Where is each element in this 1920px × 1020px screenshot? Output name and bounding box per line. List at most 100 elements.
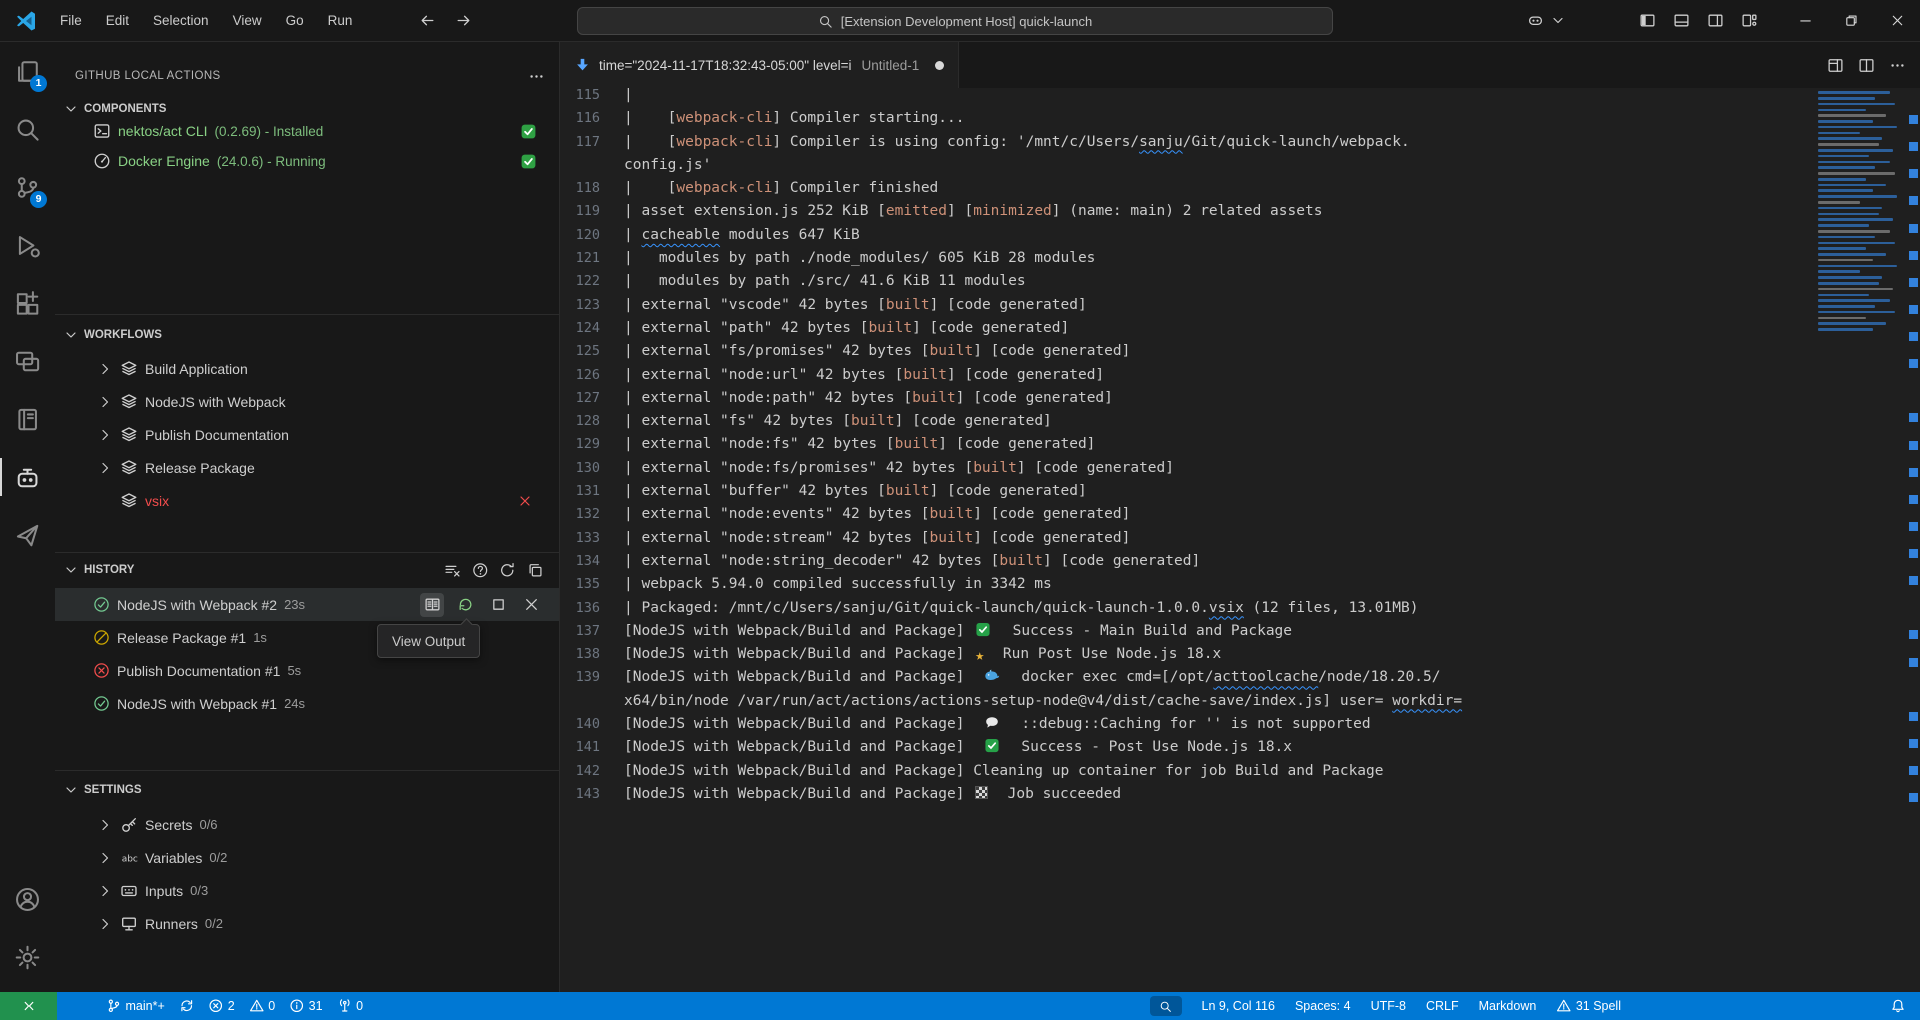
code-area[interactable]: 115|116| [webpack-cli] Compiler starting…	[560, 88, 1920, 992]
status-sync[interactable]	[172, 992, 202, 1020]
workflow-item[interactable]: vsix	[55, 484, 559, 517]
activitybar-accounts[interactable]	[0, 870, 55, 928]
activitybar-extensions[interactable]	[0, 274, 55, 332]
activitybar-source-control[interactable]: 9	[0, 158, 55, 216]
action-clear-all-icon[interactable]	[444, 562, 461, 579]
activitybar-remote-explorer[interactable]	[0, 332, 55, 390]
settings-item-inputs[interactable]: Inputs0/3	[55, 874, 559, 907]
activitybar-search[interactable]	[0, 100, 55, 158]
status-crlf[interactable]: CRLF	[1419, 992, 1466, 1020]
layout-sidebar-right-icon[interactable]	[1700, 6, 1730, 36]
workflow-item[interactable]: Release Package	[55, 451, 559, 484]
chevron-down-icon[interactable]	[1550, 6, 1566, 36]
menu-go[interactable]: Go	[276, 9, 314, 32]
activitybar-run-and-debug[interactable]	[0, 216, 55, 274]
action-restart-icon[interactable]	[453, 593, 477, 617]
action-copy-icon[interactable]	[527, 562, 544, 579]
remote-indicator[interactable]	[0, 992, 57, 1020]
history-row-actions	[420, 593, 543, 617]
action-view-output-icon[interactable]	[420, 593, 444, 617]
notifications-bell-icon[interactable]	[1882, 992, 1914, 1020]
minimap[interactable]	[1814, 88, 1906, 992]
line-number: 122	[560, 270, 600, 293]
status-infos[interactable]: 31	[282, 992, 329, 1020]
menu-more-icon[interactable]	[366, 17, 386, 25]
back-arrow-icon[interactable]	[412, 6, 442, 36]
menu-edit[interactable]: Edit	[96, 9, 139, 32]
editor-action-more-icon[interactable]	[1889, 57, 1906, 74]
minimap-line	[1818, 195, 1897, 198]
section-header-workflows[interactable]: WORKFLOWS	[55, 320, 559, 350]
code-line: 136| Packaged: /mnt/c/Users/sanju/Git/qu…	[560, 597, 1810, 620]
settings-item-runners[interactable]: Runners0/2	[55, 907, 559, 940]
action-help-icon[interactable]	[472, 562, 489, 579]
activitybar-docs[interactable]	[0, 390, 55, 448]
workflow-item[interactable]: NodeJS with Webpack	[55, 385, 559, 418]
status-31-spell[interactable]: 31 Spell	[1549, 992, 1628, 1020]
editor-action-split-editor-icon[interactable]	[1858, 57, 1875, 74]
action-refresh-icon[interactable]	[499, 562, 516, 579]
more-actions-icon[interactable]	[528, 68, 545, 85]
settings-item-secrets[interactable]: Secrets0/6	[55, 808, 559, 841]
remove-icon[interactable]	[517, 493, 533, 509]
status-git-branch[interactable]: main*+	[99, 992, 172, 1020]
status-spaces-4[interactable]: Spaces: 4	[1288, 992, 1358, 1020]
workflow-item[interactable]: Build Application	[55, 352, 559, 385]
modified-dot-icon[interactable]	[935, 61, 944, 70]
sidebar-title-row: GITHUB LOCAL ACTIONS	[55, 60, 559, 92]
status-errors[interactable]: 2	[201, 992, 241, 1020]
history-item[interactable]: NodeJS with Webpack #223s	[55, 588, 559, 621]
code-text: [NodeJS with Webpack/Build and Package] …	[600, 620, 1292, 643]
editor-action-editor-layout-icon[interactable]	[1827, 57, 1844, 74]
close-button[interactable]	[1874, 0, 1920, 41]
line-number: 123	[560, 294, 600, 317]
menu-selection[interactable]: Selection	[143, 9, 219, 32]
status-markdown[interactable]: Markdown	[1472, 992, 1544, 1020]
speech-bubble-icon	[984, 715, 1002, 730]
minimap-line	[1818, 311, 1895, 314]
maximize-button[interactable]	[1828, 0, 1874, 41]
code-segment: ] Compiler is using config: '/mnt/c/User…	[772, 134, 1139, 150]
layout-grid-icon[interactable]	[1734, 6, 1764, 36]
copilot-icon[interactable]	[1520, 6, 1550, 36]
code-segment: [NodeJS with Webpack/Build and Package]	[624, 623, 973, 639]
status-zoom-indicator[interactable]	[1143, 992, 1189, 1020]
section-header-settings[interactable]: SETTINGS	[55, 775, 559, 805]
status-ln-9-col-116[interactable]: Ln 9, Col 116	[1195, 992, 1282, 1020]
code-segment: built	[851, 413, 895, 429]
forward-arrow-icon[interactable]	[448, 6, 478, 36]
code-text: | external "node:url" 42 bytes [built] […	[600, 364, 1104, 387]
tab-untitled-1[interactable]: time="2024-11-17T18:32:43-05:00" level=i…	[560, 42, 959, 88]
status-ports[interactable]: 0	[330, 992, 370, 1020]
line-number: 134	[560, 550, 600, 573]
history-item[interactable]: Release Package #11s	[55, 621, 559, 654]
status-utf-8[interactable]: UTF-8	[1364, 992, 1413, 1020]
status-warnings[interactable]: 0	[242, 992, 282, 1020]
action-close-icon[interactable]	[519, 593, 543, 617]
component-item[interactable]: nektos/act CLI(0.2.69) - Installed	[55, 116, 559, 146]
command-center-search[interactable]: [Extension Development Host] quick-launc…	[577, 7, 1333, 35]
minimize-button[interactable]	[1782, 0, 1828, 41]
history-item[interactable]: NodeJS with Webpack #124s	[55, 687, 559, 720]
layout-panel-icon[interactable]	[1666, 6, 1696, 36]
action-stop-icon[interactable]	[486, 593, 510, 617]
activitybar-manage[interactable]	[0, 928, 55, 986]
minimap-line	[1818, 242, 1895, 245]
code-segment: sanju	[1139, 134, 1183, 150]
code-segment: webpack-cli	[676, 134, 772, 150]
settings-item-variables[interactable]: abcVariables0/2	[55, 841, 559, 874]
menu-view[interactable]: View	[223, 9, 272, 32]
code-segment: x64/bin/node /var/run/act/actions/action…	[624, 693, 1392, 709]
layout-sidebar-left-icon[interactable]	[1632, 6, 1662, 36]
activitybar-github-local-actions[interactable]	[0, 448, 55, 506]
history-item[interactable]: Publish Documentation #15s	[55, 654, 559, 687]
activitybar-publish[interactable]	[0, 506, 55, 564]
workflow-item[interactable]: Publish Documentation	[55, 418, 559, 451]
section-header-history[interactable]: HISTORY	[55, 555, 559, 585]
component-item[interactable]: Docker Engine(24.0.6) - Running	[55, 146, 559, 176]
menu-run[interactable]: Run	[318, 9, 363, 32]
activitybar-explorer[interactable]: 1	[0, 42, 55, 100]
sidebar-github-local-actions: GITHUB LOCAL ACTIONS COMPONENTSnektos/ac…	[55, 42, 560, 992]
menu-file[interactable]: File	[50, 9, 92, 32]
minimap-line	[1818, 120, 1873, 123]
